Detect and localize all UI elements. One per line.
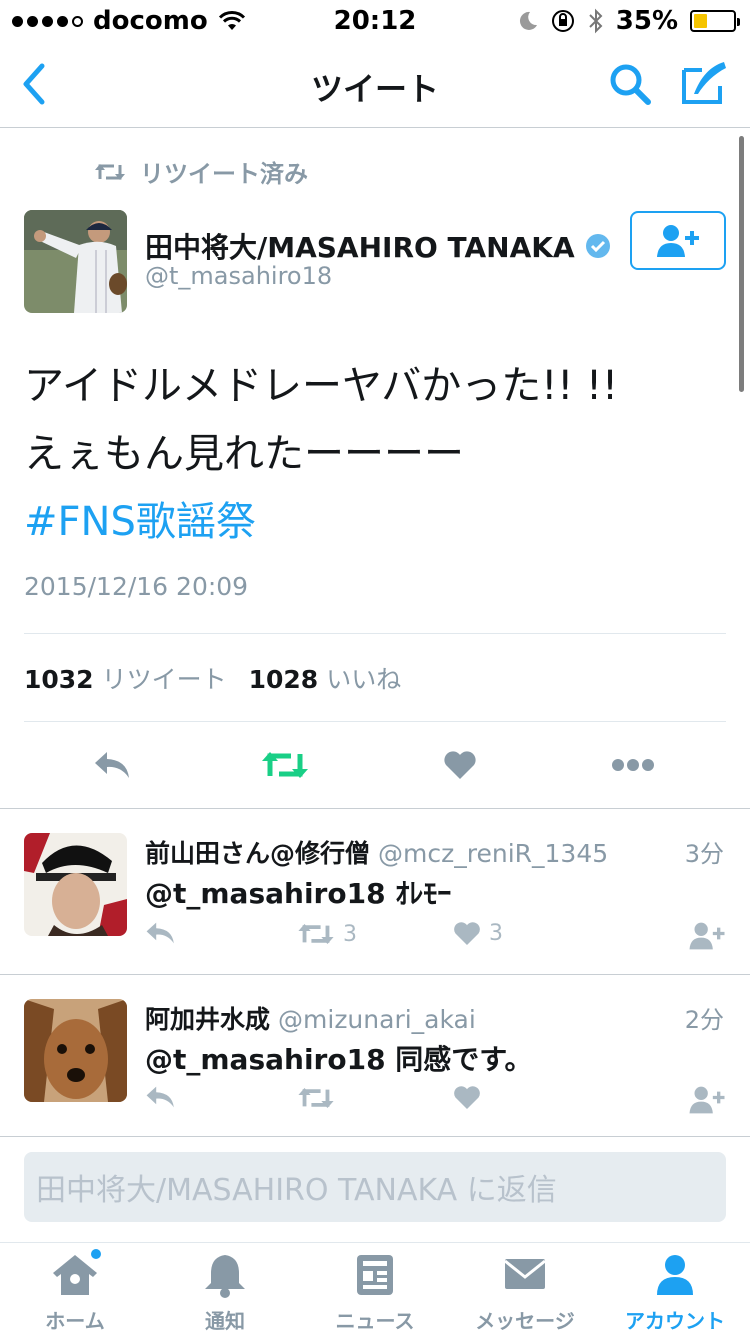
tab-notifications[interactable]: 通知 — [150, 1249, 300, 1334]
moon-icon — [519, 11, 537, 30]
reply-button[interactable] — [88, 740, 138, 790]
reply-actions — [145, 1085, 730, 1119]
follow-button[interactable] — [687, 1085, 727, 1115]
reply-button[interactable] — [145, 921, 177, 945]
reply-input[interactable]: 田中将大/MASAHIRO TANAKA に返信 — [24, 1152, 726, 1222]
reply-avatar[interactable] — [24, 833, 127, 936]
tab-home[interactable]: ホーム — [0, 1247, 150, 1334]
battery-icon — [690, 10, 740, 32]
author-name-row[interactable]: 田中将大/MASAHIRO TANAKA — [145, 226, 611, 266]
like-button[interactable]: 3 — [453, 921, 503, 946]
retweet-icon — [262, 752, 308, 778]
reply-author-handle[interactable]: @mizunari_akai — [278, 1005, 476, 1034]
author-handle[interactable]: @t_masahiro18 — [145, 262, 332, 290]
tweet-stats: 1032 リツイート 1028 いいね — [24, 660, 415, 696]
tweet-text: アイドルメドレーヤバかった!! !! えぇもん見れたーーーー #FNS歌謡祭 — [24, 352, 618, 556]
tweet-line: アイドルメドレーヤバかった!! !! — [24, 363, 619, 409]
retweet-icon — [298, 924, 334, 944]
compose-tweet-icon[interactable] — [680, 58, 730, 108]
verified-badge-icon — [585, 234, 610, 258]
tweet-timestamp: 2015/12/16 20:09 — [24, 572, 249, 601]
like-button[interactable] — [435, 740, 485, 790]
reply-time: 3分 — [684, 840, 724, 868]
tab-label: 通知 — [205, 1309, 245, 1333]
retweet-count: 3 — [343, 921, 357, 947]
add-user-icon — [689, 922, 725, 950]
reply-author[interactable]: 前山田さん@修行僧 @mcz_reniR_1345 — [145, 834, 608, 870]
retweeted-indicator: リツイート済み — [94, 154, 308, 189]
scrollbar[interactable] — [739, 136, 744, 392]
reply-author-handle[interactable]: @mcz_reniR_1345 — [378, 839, 608, 868]
notification-dot — [89, 1247, 103, 1261]
envelope-icon — [504, 1259, 546, 1289]
reply-text: @t_masahiro18 ｵﾚﾓｰ — [145, 877, 452, 910]
bluetooth-icon — [589, 8, 603, 34]
status-bar: docomo 20:12 35% — [0, 0, 750, 40]
tab-account[interactable]: アカウント — [600, 1249, 750, 1334]
more-dots-icon — [612, 759, 654, 771]
tab-label: ホーム — [45, 1309, 105, 1333]
retweet-count-label[interactable]: リツイート — [102, 660, 227, 696]
reply-actions: 3 3 — [145, 921, 730, 955]
heart-icon — [454, 1086, 480, 1110]
reply-author[interactable]: 阿加井水成 @mizunari_akai — [145, 1000, 476, 1036]
tweet-actions — [0, 740, 750, 790]
reply-author-name[interactable]: 前山田さん@修行僧 — [145, 839, 370, 868]
add-user-icon — [657, 224, 699, 257]
divider — [24, 721, 726, 722]
tab-label: ニュース — [335, 1309, 415, 1333]
author-avatar[interactable] — [24, 210, 127, 313]
retweet-button[interactable] — [297, 1085, 343, 1111]
retweeted-label: リツイート済み — [140, 160, 308, 188]
tab-label: アカウント — [625, 1309, 725, 1333]
retweet-button[interactable] — [260, 740, 310, 790]
heart-icon — [454, 922, 480, 946]
tab-bar: ホーム 通知 ニュース メッセージ アカウント — [0, 1242, 750, 1334]
reply-time: 2分 — [684, 1006, 724, 1034]
reply-icon — [95, 752, 129, 778]
tab-label: メッセージ — [475, 1309, 575, 1333]
retweet-icon — [298, 1088, 334, 1108]
retweet-button[interactable]: 3 — [297, 921, 357, 947]
person-icon — [657, 1255, 693, 1295]
tweet-line: えぇもん見れたーーーー — [24, 431, 464, 477]
divider — [0, 1136, 750, 1137]
add-user-icon — [689, 1086, 725, 1114]
author-name[interactable]: 田中将大/MASAHIRO TANAKA — [145, 226, 575, 266]
reply-tweet[interactable]: 前山田さん@修行僧 @mcz_reniR_1345 3分 @t_masahiro1… — [0, 808, 750, 974]
retweet-count[interactable]: 1032 — [24, 665, 94, 694]
tab-messages[interactable]: メッセージ — [450, 1249, 600, 1334]
divider — [24, 633, 726, 634]
more-options-button[interactable] — [608, 740, 658, 790]
reply-button[interactable] — [145, 1085, 177, 1109]
reply-icon — [146, 1086, 174, 1108]
follow-button[interactable] — [687, 921, 727, 951]
hashtag-link[interactable]: #FNS歌謡祭 — [24, 488, 618, 556]
like-button[interactable] — [453, 1085, 489, 1110]
follow-button[interactable] — [630, 211, 726, 270]
reply-avatar[interactable] — [24, 999, 127, 1102]
retweet-icon — [95, 163, 125, 180]
like-count: 3 — [489, 921, 503, 946]
reply-author-name[interactable]: 阿加井水成 — [145, 1005, 270, 1034]
reply-icon — [146, 922, 174, 944]
battery-percent: 35% — [615, 6, 678, 36]
like-count-label[interactable]: いいね — [326, 660, 401, 696]
tab-news[interactable]: ニュース — [300, 1249, 450, 1334]
like-count[interactable]: 1028 — [249, 665, 319, 694]
news-icon — [357, 1255, 393, 1295]
bell-icon — [205, 1255, 245, 1298]
reply-tweet[interactable]: 阿加井水成 @mizunari_akai 2分 @t_masahiro18 同感で… — [0, 974, 750, 1136]
navigation-bar: ツイート — [0, 40, 750, 128]
heart-icon — [444, 751, 476, 779]
reply-text: @t_masahiro18 同感です。 — [145, 1043, 533, 1076]
rotation-lock-icon — [551, 10, 574, 32]
reply-input-placeholder: 田中将大/MASAHIRO TANAKA に返信 — [36, 1173, 557, 1208]
search-icon[interactable] — [606, 60, 654, 108]
